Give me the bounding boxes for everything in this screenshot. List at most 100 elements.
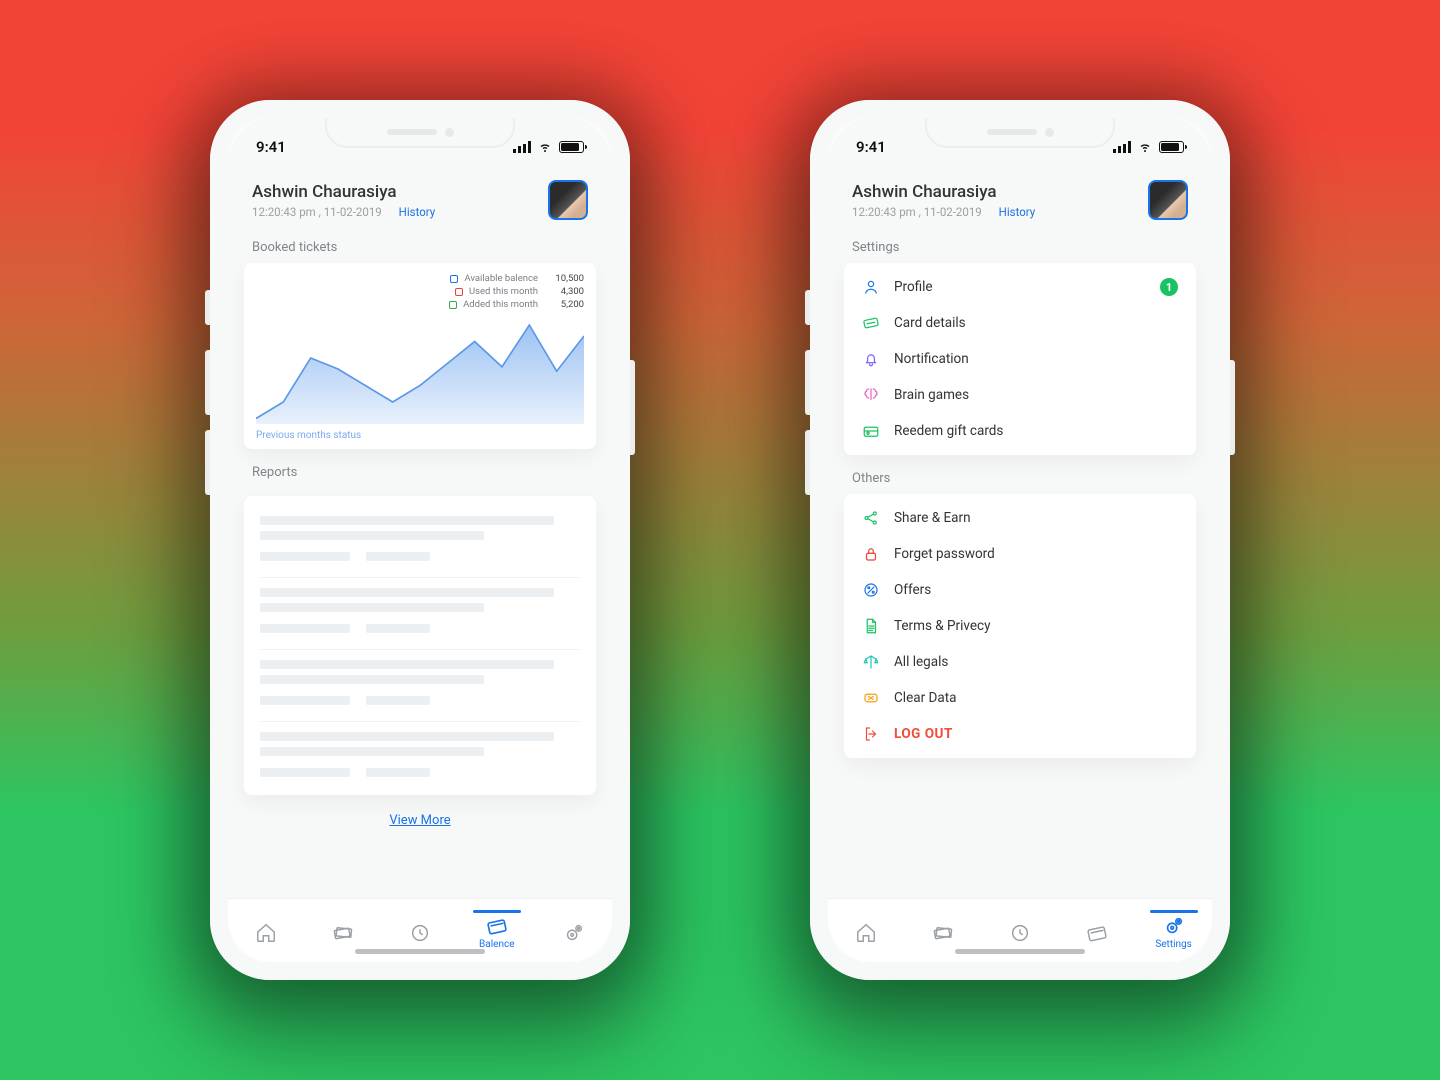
tab-history[interactable] xyxy=(390,922,450,944)
tab-home[interactable] xyxy=(836,922,896,944)
list-item-label: Card details xyxy=(894,315,966,331)
list-item[interactable]: Profile1 xyxy=(844,269,1196,305)
notification-badge: 1 xyxy=(1160,278,1178,296)
skeleton-line xyxy=(260,552,350,561)
home-indicator[interactable] xyxy=(955,949,1085,954)
volume-down-button xyxy=(805,430,810,495)
legend-value: 4,300 xyxy=(544,286,584,297)
list-item-label: Nortification xyxy=(894,351,969,367)
list-item-label: Reedem gift cards xyxy=(894,423,1003,439)
phone-frame-settings: 9:41 Ashwin Chaurasiya 12:20:43 pm , 11-… xyxy=(810,100,1230,980)
user-block: Ashwin Chaurasiya 12:20:43 pm , 11-02-20… xyxy=(252,182,435,219)
view-more: View More xyxy=(228,795,612,834)
skeleton-line xyxy=(260,747,484,756)
list-item-label: All legals xyxy=(894,654,948,670)
tab-label: Settings xyxy=(1155,939,1192,950)
ticket-icon xyxy=(862,314,880,332)
list-item[interactable]: Brain games xyxy=(844,377,1196,413)
tab-settings[interactable]: Settings xyxy=(1144,915,1204,950)
volume-up-button xyxy=(205,350,210,415)
clock-icon xyxy=(409,922,431,944)
tab-label: Balence xyxy=(479,939,514,950)
list-item-label: Terms & Privecy xyxy=(894,618,990,634)
list-item[interactable]: All legals xyxy=(844,644,1196,680)
tab-home[interactable] xyxy=(236,922,296,944)
user-name: Ashwin Chaurasiya xyxy=(852,182,1035,202)
tab-settings[interactable] xyxy=(544,922,604,944)
avatar[interactable] xyxy=(1148,180,1188,220)
legend-swatch-icon xyxy=(449,301,457,309)
skeleton-line xyxy=(260,588,554,597)
user-name: Ashwin Chaurasiya xyxy=(252,182,435,202)
tab-tickets[interactable] xyxy=(313,922,373,944)
volume-up-button xyxy=(805,350,810,415)
list-item-label: Clear Data xyxy=(894,690,956,706)
skeleton-line xyxy=(260,696,350,705)
view-more-link[interactable]: View More xyxy=(389,813,450,828)
screen-settings: 9:41 Ashwin Chaurasiya 12:20:43 pm , 11-… xyxy=(828,118,1212,962)
card-icon xyxy=(486,915,508,937)
card-icon xyxy=(1086,922,1108,944)
brain-icon xyxy=(862,386,880,404)
list-item[interactable]: Card details xyxy=(844,305,1196,341)
list-item-label: Share & Earn xyxy=(894,510,971,526)
scale-icon xyxy=(862,653,880,671)
status-time: 9:41 xyxy=(856,138,886,156)
history-link[interactable]: History xyxy=(999,205,1036,219)
list-item[interactable]: Terms & Privecy xyxy=(844,608,1196,644)
tab-balance[interactable]: Balence xyxy=(467,915,527,950)
history-link[interactable]: History xyxy=(399,205,436,219)
clear-icon xyxy=(862,689,880,707)
list-item-label: Brain games xyxy=(894,387,969,403)
tickets-icon xyxy=(332,922,354,944)
section-reports: Reports xyxy=(228,449,612,488)
section-others: Others xyxy=(828,455,1212,494)
section-booked-tickets: Booked tickets xyxy=(228,224,612,263)
skeleton-line xyxy=(366,768,430,777)
list-item[interactable]: Forget password xyxy=(844,536,1196,572)
tab-history[interactable] xyxy=(990,922,1050,944)
clock-icon xyxy=(1009,922,1031,944)
lock-icon xyxy=(862,545,880,563)
notch xyxy=(925,118,1115,148)
list-item[interactable]: Reedem gift cards xyxy=(844,413,1196,449)
screen-balance: 9:41 Ashwin Chaurasiya 12:20:43 pm , 11-… xyxy=(228,118,612,962)
skeleton-line xyxy=(260,660,554,669)
percent-icon xyxy=(862,581,880,599)
skeleton-line xyxy=(260,624,350,633)
settings-list: Profile1 Card details Nortification Brain g… xyxy=(844,263,1196,455)
user-sub: 12:20:43 pm , 11-02-2019 History xyxy=(852,205,1035,219)
legend-label: Available balence xyxy=(464,273,538,284)
header-timestamp: 12:20:43 pm , 11-02-2019 xyxy=(252,205,382,219)
logout-icon xyxy=(862,725,880,743)
skeleton-line xyxy=(260,732,554,741)
bell-icon xyxy=(862,350,880,368)
list-item[interactable]: Offers xyxy=(844,572,1196,608)
notch xyxy=(325,118,515,148)
list-item[interactable]: Clear Data xyxy=(844,680,1196,716)
legend-swatch-icon xyxy=(455,288,463,296)
home-icon xyxy=(855,922,877,944)
list-item[interactable]: LOG OUT xyxy=(844,716,1196,752)
status-icons xyxy=(513,141,584,153)
legend-value: 10,500 xyxy=(544,273,584,284)
home-icon xyxy=(255,922,277,944)
doc-icon xyxy=(862,617,880,635)
chart-footer-link[interactable]: Previous months status xyxy=(256,430,584,441)
skeleton-line xyxy=(260,516,554,525)
avatar[interactable] xyxy=(548,180,588,220)
skeleton-line xyxy=(260,531,484,540)
skeleton-line xyxy=(260,768,350,777)
user-sub: 12:20:43 pm , 11-02-2019 History xyxy=(252,205,435,219)
list-item-label: Offers xyxy=(894,582,931,598)
tab-tickets[interactable] xyxy=(913,922,973,944)
section-settings: Settings xyxy=(828,224,1212,263)
tab-balance[interactable] xyxy=(1067,922,1127,944)
settings-icon xyxy=(1163,915,1185,937)
list-item[interactable]: Nortification xyxy=(844,341,1196,377)
chart-legend: Available balence 10,500 Used this month… xyxy=(256,273,584,310)
side-button xyxy=(805,290,810,325)
signal-icon xyxy=(513,141,531,153)
list-item[interactable]: Share & Earn xyxy=(844,500,1196,536)
home-indicator[interactable] xyxy=(355,949,485,954)
